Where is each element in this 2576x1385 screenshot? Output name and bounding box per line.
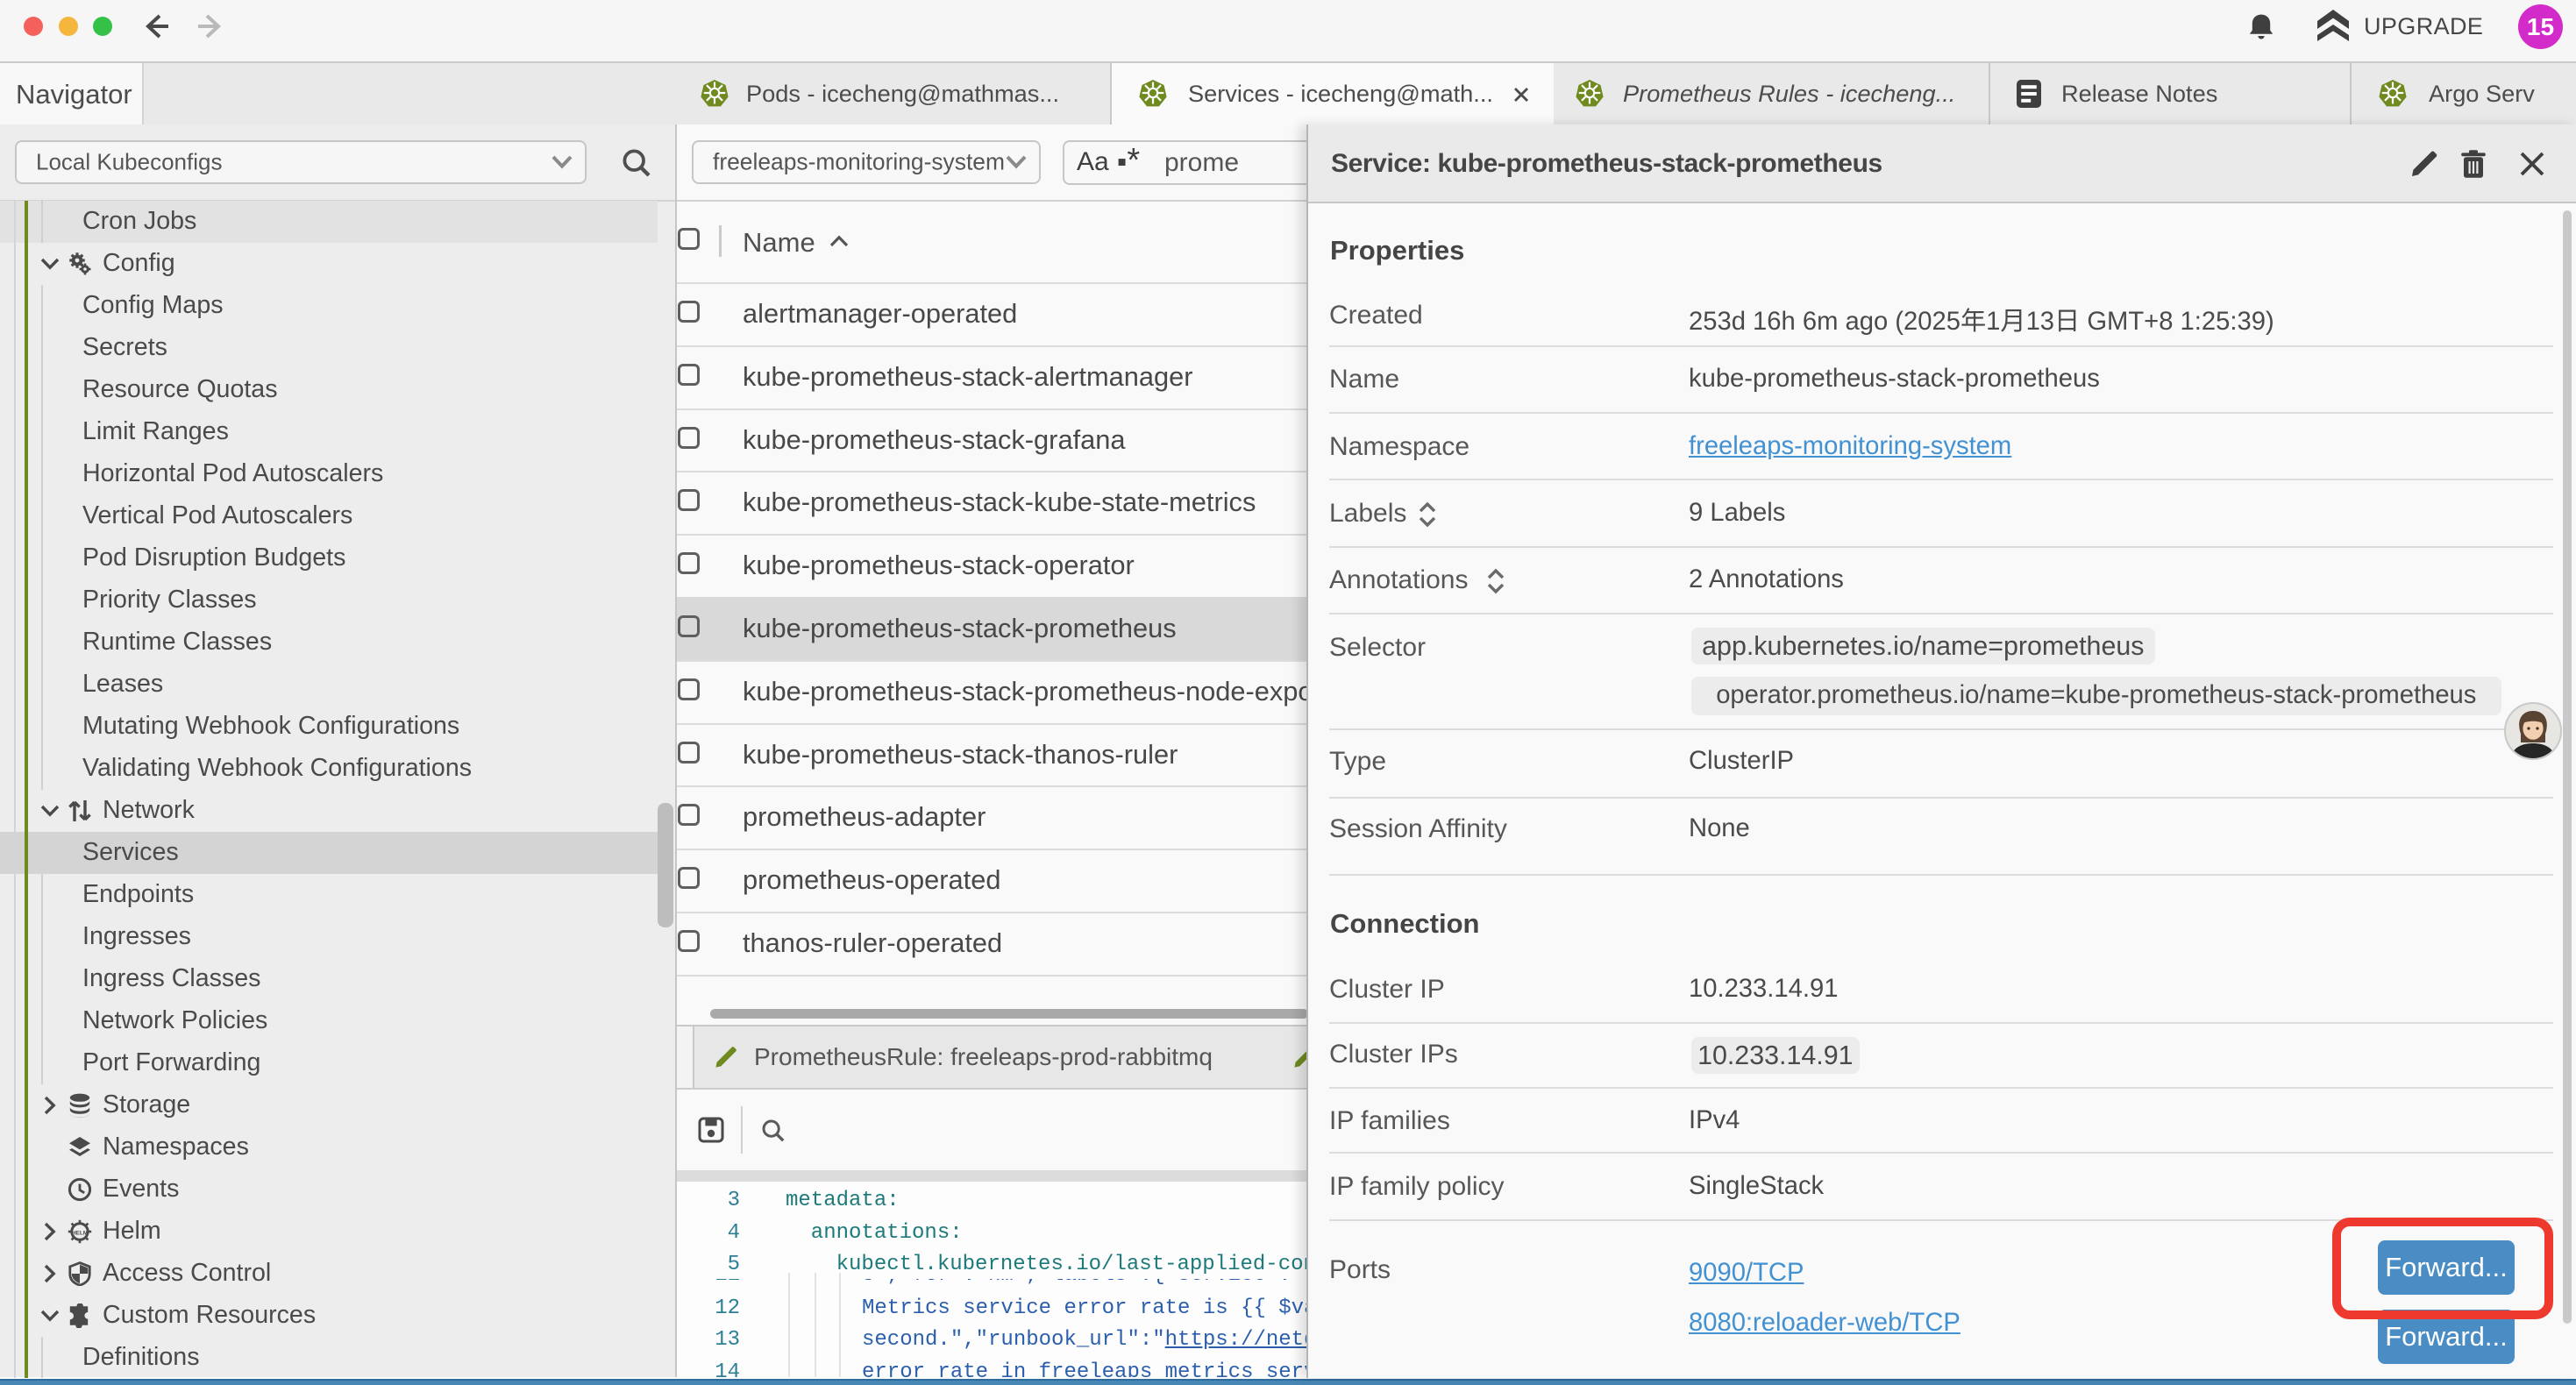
svg-text:HELM: HELM: [72, 1231, 88, 1237]
